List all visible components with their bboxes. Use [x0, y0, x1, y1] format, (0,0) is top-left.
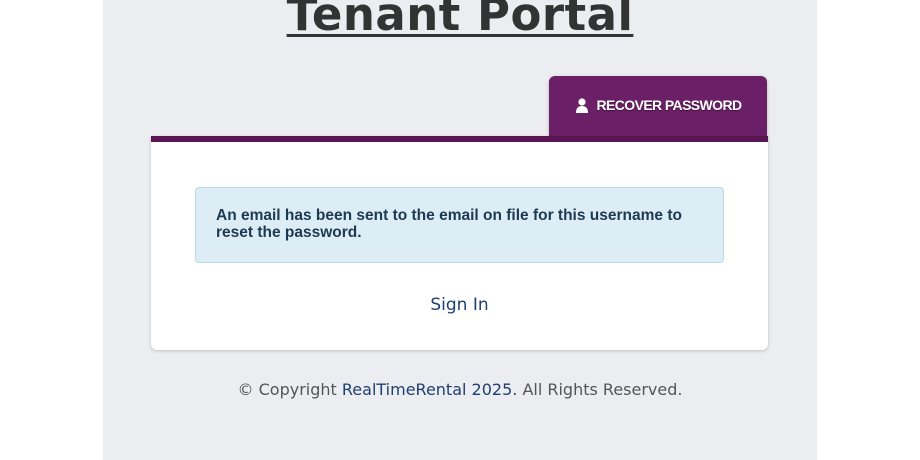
page-title-text: Tenant Portal	[286, 0, 634, 41]
copyright-prefix: © Copyright	[237, 380, 337, 399]
page-title: Tenant Portal	[0, 0, 920, 46]
copyright-company: RealTimeRental 2025.	[341, 380, 518, 399]
user-icon	[575, 98, 589, 113]
tab-recover-password[interactable]: RECOVER PASSWORD	[549, 76, 767, 142]
tab-label: RECOVER PASSWORD	[596, 97, 743, 113]
info-alert: An email has been sent to the email on f…	[195, 187, 724, 263]
recover-password-panel: An email has been sent to the email on f…	[151, 136, 768, 350]
footer-copyright: © Copyright RealTimeRental 2025. All Rig…	[0, 380, 920, 399]
sign-in-link[interactable]: Sign In	[151, 295, 768, 315]
copyright-suffix: All Rights Reserved.	[522, 380, 683, 399]
